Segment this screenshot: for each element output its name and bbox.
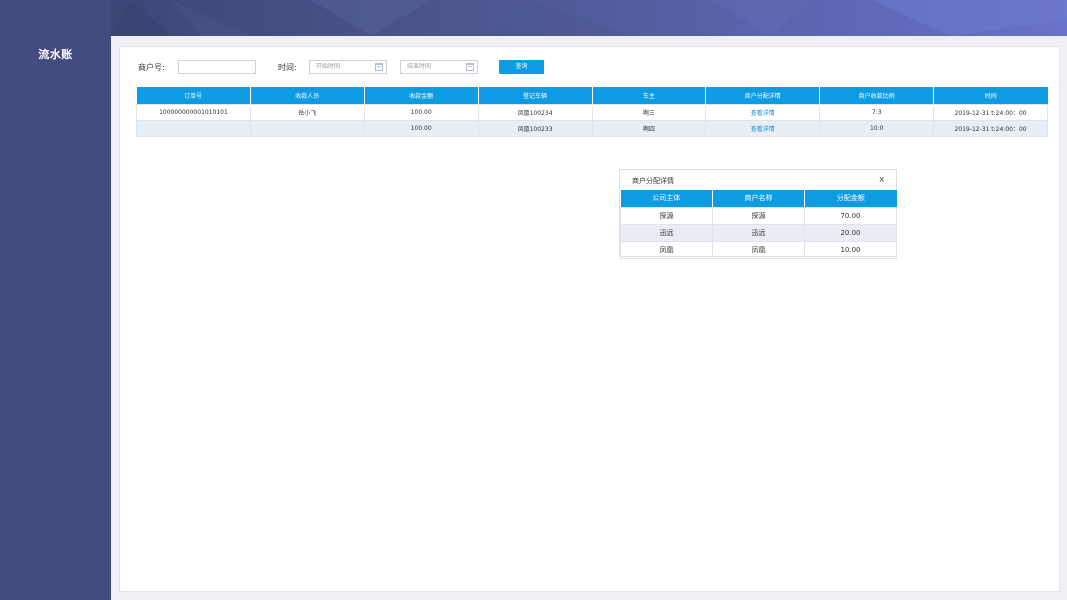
- cell-owner: 啊四: [591, 119, 707, 137]
- cell-merchant-name: 凤凰: [712, 240, 805, 259]
- calendar-icon[interactable]: [375, 63, 383, 71]
- allocation-row: 迅远 迅远 20.00: [620, 223, 897, 242]
- col-ratio: 商户收款比例: [819, 87, 935, 104]
- query-button[interactable]: 查询: [499, 60, 544, 74]
- sidebar-title[interactable]: 流水账: [0, 46, 111, 62]
- cell-company: 探源: [620, 206, 713, 225]
- cell-allocated-amount: 70.00: [804, 206, 897, 225]
- col-collector: 收款人员: [250, 87, 365, 104]
- cell-time: 2019-12-31 t:24:00：00: [933, 103, 1048, 121]
- merchant-input[interactable]: [178, 60, 256, 74]
- banner-pattern: [111, 0, 1067, 36]
- col-merchant-name: 商户名称: [712, 190, 805, 207]
- cell-detail: 查看详情: [705, 119, 821, 137]
- start-time-input[interactable]: 开始时间: [309, 60, 387, 74]
- col-owner: 车主: [592, 87, 707, 104]
- allocation-row: 探源 探源 70.00: [620, 206, 897, 225]
- cell-vehicle: 凤凰100233: [477, 119, 593, 137]
- cell-amount: 100.00: [363, 103, 479, 121]
- cell-vehicle: 凤凰100234: [477, 103, 593, 121]
- view-detail-link[interactable]: 查看详情: [751, 126, 775, 133]
- cell-collector: 岳小飞: [249, 103, 365, 121]
- col-order-no: 订单号: [136, 87, 251, 104]
- end-time-input[interactable]: 结束时间: [400, 60, 478, 74]
- end-time-placeholder: 结束时间: [407, 63, 432, 70]
- cell-allocated-amount: 20.00: [804, 223, 897, 242]
- cell-ratio: 7:3: [819, 103, 935, 121]
- table-row: 100000000001010101 岳小飞 100.00 凤凰100234 啊…: [136, 103, 1048, 121]
- main-panel: 商户号: 时间: 开始时间 结束时间 查询 订单号 收款人员 收款金额 登记车辆…: [119, 46, 1060, 592]
- allocation-header-row: 公司主体 商户名称 分配金额: [620, 190, 897, 207]
- cell-ratio: 10:0: [819, 119, 935, 137]
- cell-allocated-amount: 10.00: [804, 240, 897, 259]
- cell-time: 2019-12-31 t:24:00：00: [933, 119, 1048, 137]
- cell-merchant-name: 迅远: [712, 223, 805, 242]
- col-vehicle: 登记车辆: [478, 87, 593, 104]
- cell-owner: 啊三: [591, 103, 707, 121]
- cell-collector: [249, 119, 365, 137]
- col-detail: 商户分配详情: [705, 87, 821, 104]
- close-icon[interactable]: X: [879, 176, 884, 184]
- popup-title: 商户分配详情: [632, 177, 674, 185]
- cell-order-no: 100000000001010101: [136, 103, 251, 121]
- time-label: 时间:: [278, 63, 297, 72]
- view-detail-link[interactable]: 查看详情: [751, 110, 775, 117]
- cell-detail: 查看详情: [705, 103, 821, 121]
- table-header-row: 订单号 收款人员 收款金额 登记车辆 车主 商户分配详情 商户收款比例 时间: [136, 87, 1048, 104]
- records-table: 订单号 收款人员 收款金额 登记车辆 车主 商户分配详情 商户收款比例 时间 1…: [136, 87, 1048, 137]
- allocation-detail-popup: 商户分配详情 X 公司主体 商户名称 分配金额 探源 探源 70.00 迅远 迅…: [619, 169, 897, 259]
- col-company: 公司主体: [620, 190, 713, 207]
- col-allocated-amount: 分配金额: [804, 190, 897, 207]
- sidebar: 流水账: [0, 0, 111, 600]
- calendar-icon[interactable]: [466, 63, 474, 71]
- header-banner: [111, 0, 1067, 36]
- cell-order-no: [136, 119, 251, 137]
- col-amount: 收款金额: [364, 87, 479, 104]
- cell-amount: 100.00: [363, 119, 479, 137]
- cell-company: 迅远: [620, 223, 713, 242]
- merchant-label: 商户号:: [138, 63, 165, 72]
- start-time-placeholder: 开始时间: [316, 63, 341, 70]
- cell-company: 凤凰: [620, 240, 713, 259]
- allocation-table: 公司主体 商户名称 分配金额 探源 探源 70.00 迅远 迅远 20.00 凤…: [620, 190, 897, 259]
- col-time: 时间: [933, 87, 1048, 104]
- table-row: 100.00 凤凰100233 啊四 查看详情 10:0 2019-12-31 …: [136, 119, 1048, 137]
- cell-merchant-name: 探源: [712, 206, 805, 225]
- allocation-row: 凤凰 凤凰 10.00: [620, 240, 897, 259]
